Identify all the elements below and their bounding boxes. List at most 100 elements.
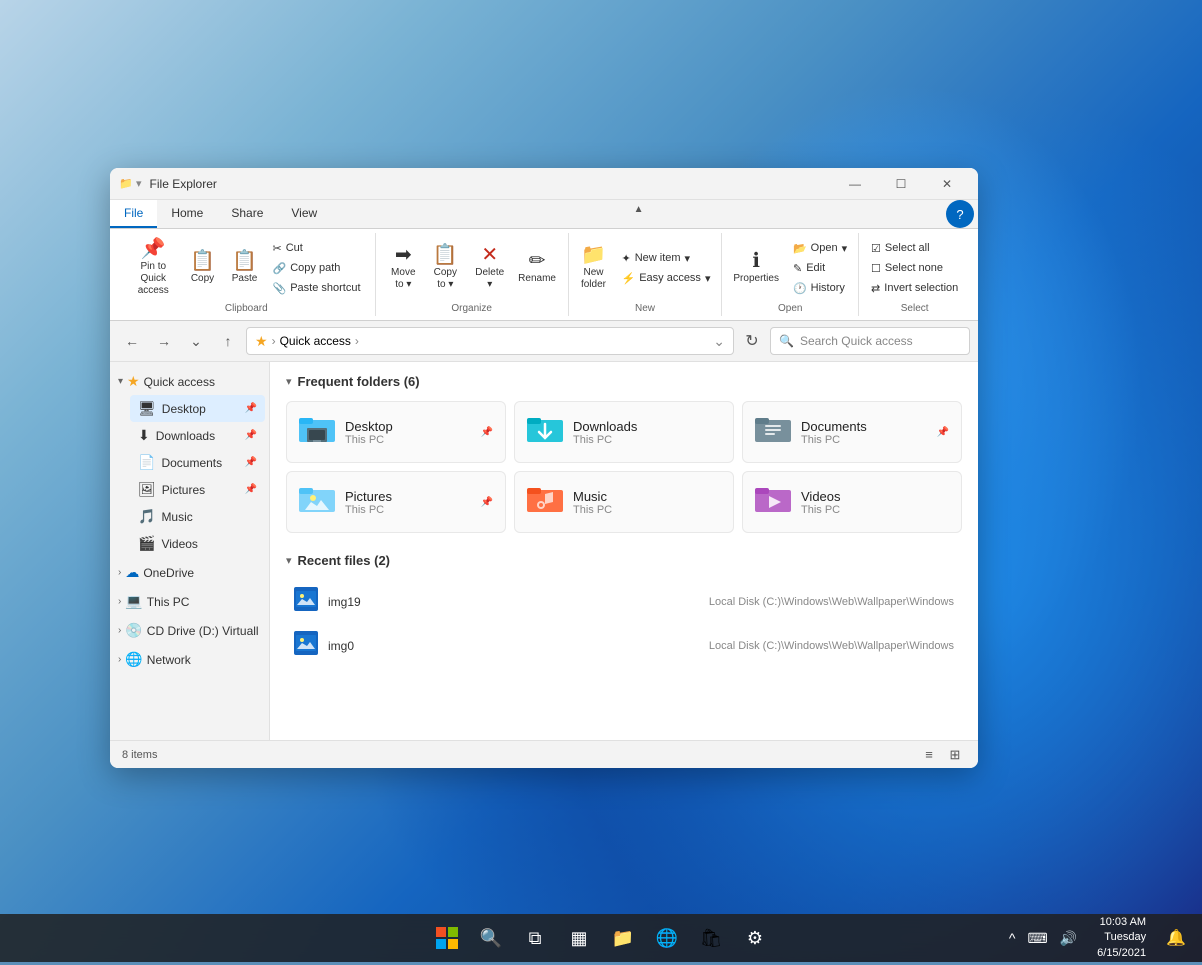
delete-icon: ✕	[481, 245, 498, 265]
invert-selection-button[interactable]: ⇄ Invert selection	[865, 279, 964, 298]
paste-button[interactable]: 📋 Paste	[225, 247, 265, 289]
copy-path-button[interactable]: 🔗 Copy path	[267, 259, 367, 278]
history-icon: 🕐	[793, 282, 807, 295]
file-explorer-taskbar-button[interactable]: 📁	[603, 918, 643, 958]
folder-card-pictures[interactable]: Pictures This PC 📌	[286, 471, 506, 533]
search-button[interactable]: 🔍	[471, 918, 511, 958]
folder-icon-downloads	[527, 412, 563, 452]
settings-taskbar-button[interactable]: ⚙	[735, 918, 775, 958]
edit-icon: ✎	[793, 262, 802, 275]
recent-locations-button[interactable]: ⌄	[182, 327, 210, 355]
folder-icon-documents	[755, 412, 791, 452]
folder-card-music[interactable]: Music This PC	[514, 471, 734, 533]
ribbon-collapse-button[interactable]: ▲	[630, 200, 648, 218]
recent-files-title: Recent files (2)	[298, 553, 390, 568]
tab-view[interactable]: View	[277, 200, 331, 228]
copy-button[interactable]: 📋 Copy	[183, 247, 223, 289]
folder-sub-downloads: This PC	[573, 434, 721, 446]
quick-access-header[interactable]: ▾ ★ Quick access	[110, 368, 269, 395]
edge-button[interactable]: 🌐	[647, 918, 687, 958]
minimize-button[interactable]: —	[832, 168, 878, 200]
ribbon-tabs: File Home Share View ▲ ?	[110, 200, 978, 229]
keyboard-icon[interactable]: ⌨	[1023, 926, 1051, 951]
address-input[interactable]: ★ › Quick access › ⌄	[246, 327, 734, 355]
new-folder-icon: 📁	[581, 245, 606, 265]
forward-button[interactable]: →	[150, 327, 178, 355]
open-small-buttons: 📂 Open ▾ ✎ Edit 🕐 History	[787, 239, 853, 298]
view-toggle-buttons: ≡ ⊞	[918, 744, 966, 766]
recent-files-section: ▾ Recent files (2) img19 Local Disk (C:)…	[286, 553, 962, 668]
history-button[interactable]: 🕐 History	[787, 279, 853, 298]
cut-button[interactable]: ✂ Cut	[267, 239, 367, 258]
this-pc-header[interactable]: › 💻 This PC	[110, 588, 269, 615]
tab-home[interactable]: Home	[157, 200, 217, 228]
pin-to-quick-access-button[interactable]: 📌 Pin to Quickaccess	[126, 235, 181, 301]
select-all-button[interactable]: ☑ Select all	[865, 239, 964, 258]
open-button[interactable]: 📂 Open ▾	[787, 239, 853, 258]
easy-access-button[interactable]: ⚡ Easy access ▾	[615, 269, 716, 288]
sidebar-item-pictures[interactable]: 🖼 Pictures 📌	[130, 476, 265, 503]
network-header[interactable]: › 🌐 Network	[110, 646, 269, 673]
widgets-button[interactable]: ▦	[559, 918, 599, 958]
close-button[interactable]: ✕	[924, 168, 970, 200]
new-folder-button[interactable]: 📁 Newfolder	[573, 241, 613, 295]
file-row-img0[interactable]: img0 Local Disk (C:)\Windows\Web\Wallpap…	[286, 624, 962, 668]
file-row-img19[interactable]: img19 Local Disk (C:)\Windows\Web\Wallpa…	[286, 580, 962, 624]
maximize-button[interactable]: ☐	[878, 168, 924, 200]
folder-card-desktop[interactable]: Desktop This PC 📌	[286, 401, 506, 463]
new-item-button[interactable]: ✦ New item ▾	[615, 249, 716, 268]
store-button[interactable]: 🛍	[691, 918, 731, 958]
cd-drive-expand-icon: ›	[118, 625, 121, 636]
onedrive-header[interactable]: › ☁ OneDrive	[110, 559, 269, 586]
grid-view-button[interactable]: ⊞	[944, 744, 966, 766]
delete-button[interactable]: ✕ Delete ▾	[467, 241, 512, 295]
sidebar-item-videos[interactable]: 🎬 Videos	[130, 530, 265, 557]
frequent-folders-toggle[interactable]: ▾	[286, 375, 292, 388]
task-view-button[interactable]: ⧉	[515, 918, 555, 958]
sidebar-item-downloads[interactable]: ⬇ Downloads 📌	[130, 422, 265, 449]
network-section: › 🌐 Network	[110, 646, 269, 673]
recent-files-header: ▾ Recent files (2)	[286, 553, 962, 568]
sidebar-item-documents[interactable]: 📄 Documents 📌	[130, 449, 265, 476]
help-button[interactable]: ?	[946, 200, 974, 228]
tray-chevron[interactable]: ^	[1005, 926, 1020, 950]
sidebar-item-music[interactable]: 🎵 Music	[130, 503, 265, 530]
system-clock[interactable]: 10:03 AM Tuesday 6/15/2021	[1089, 911, 1154, 965]
pin-indicator-desktop: 📌	[481, 427, 493, 438]
notification-button[interactable]: 🔔	[1162, 924, 1190, 952]
sidebar-item-desktop[interactable]: 🖥 Desktop 📌	[130, 395, 265, 422]
search-box[interactable]: 🔍 Search Quick access	[770, 327, 970, 355]
tab-file[interactable]: File	[110, 200, 157, 228]
tab-share[interactable]: Share	[217, 200, 277, 228]
refresh-button[interactable]: ↻	[738, 327, 766, 355]
edit-button[interactable]: ✎ Edit	[787, 259, 853, 278]
pictures-icon: 🖼	[138, 481, 156, 498]
folder-card-documents[interactable]: Documents This PC 📌	[742, 401, 962, 463]
new-group-label: New	[635, 303, 655, 314]
quick-access-expand-icon: ▾	[118, 376, 123, 387]
window-icon: 📁	[118, 176, 134, 192]
list-view-button[interactable]: ≡	[918, 744, 940, 766]
folder-card-videos[interactable]: Videos This PC	[742, 471, 962, 533]
cd-drive-header[interactable]: › 💿 CD Drive (D:) Virtuall	[110, 617, 269, 644]
up-button[interactable]: ↑	[214, 327, 242, 355]
clock-day: Tuesday	[1097, 930, 1146, 945]
properties-button[interactable]: ℹ Properties	[727, 247, 785, 289]
start-button[interactable]	[427, 918, 467, 958]
move-to-button[interactable]: ➡ Moveto ▾	[383, 241, 423, 295]
paste-shortcut-button[interactable]: 📎 Paste shortcut	[267, 279, 367, 298]
address-dropdown-icon[interactable]: ⌄	[713, 333, 725, 350]
cd-drive-label: CD Drive (D:) Virtuall	[147, 624, 259, 638]
quick-access-toolbar-icon[interactable]: ▾	[136, 177, 142, 190]
volume-icon[interactable]: 🔊	[1056, 926, 1081, 951]
back-button[interactable]: ←	[118, 327, 146, 355]
select-none-button[interactable]: ☐ Select none	[865, 259, 964, 278]
invert-selection-icon: ⇄	[871, 282, 880, 295]
file-path-img0: Local Disk (C:)\Windows\Web\Wallpaper\Wi…	[709, 640, 954, 652]
copy-to-button[interactable]: 📋 Copyto ▾	[425, 241, 465, 295]
rename-button[interactable]: ✏ Rename	[514, 247, 560, 289]
item-count: 8 items	[122, 749, 157, 761]
folder-card-downloads[interactable]: Downloads This PC	[514, 401, 734, 463]
recent-files-toggle[interactable]: ▾	[286, 554, 292, 567]
folder-sub-pictures: This PC	[345, 504, 471, 516]
